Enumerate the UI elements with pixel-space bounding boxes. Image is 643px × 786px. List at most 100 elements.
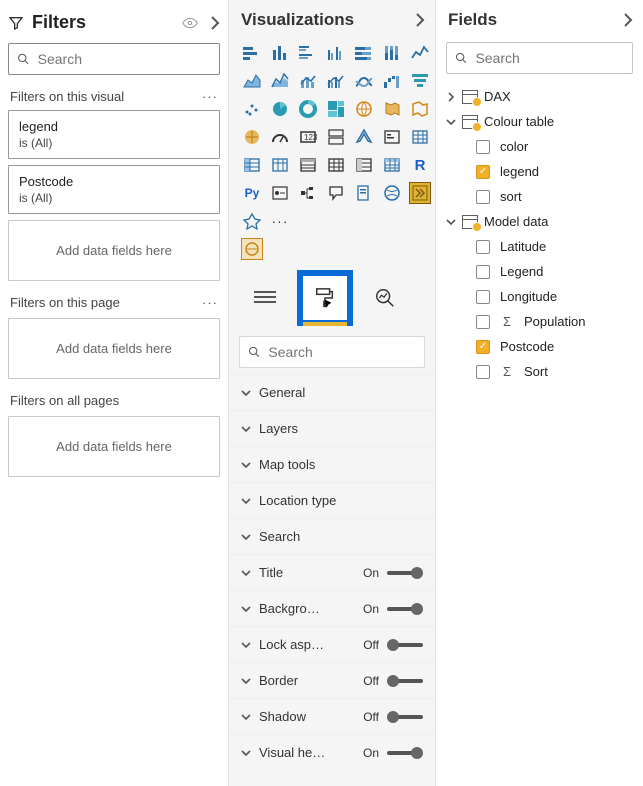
- key-influencers-icon[interactable]: [269, 182, 291, 204]
- field-item[interactable]: ΣSort: [446, 359, 633, 384]
- field-checkbox[interactable]: ✓: [476, 165, 490, 179]
- filter-card-legend[interactable]: legend is (All): [8, 110, 220, 159]
- accordion-item[interactable]: Search: [229, 518, 435, 554]
- toggle-switch[interactable]: [387, 674, 423, 688]
- eye-icon[interactable]: [182, 17, 198, 29]
- table-alt-icon[interactable]: [269, 154, 291, 176]
- funnel-chart-icon[interactable]: [409, 70, 431, 92]
- field-item[interactable]: ✓Postcode: [446, 334, 633, 359]
- toggle-switch[interactable]: [387, 746, 423, 760]
- card-icon[interactable]: 123: [297, 126, 319, 148]
- shape-map-icon[interactable]: [409, 98, 431, 120]
- field-checkbox[interactable]: [476, 140, 490, 154]
- toggle-switch[interactable]: [387, 710, 423, 724]
- accordion-item[interactable]: General: [229, 374, 435, 410]
- filters-visual-drop[interactable]: Add data fields here: [8, 220, 220, 281]
- chevron-right-icon[interactable]: [623, 13, 633, 27]
- field-group[interactable]: Model data: [446, 209, 633, 234]
- more-icon[interactable]: ···: [202, 89, 218, 104]
- python-visual-icon[interactable]: Py: [241, 182, 263, 204]
- field-item[interactable]: ✓legend: [446, 159, 633, 184]
- treemap-icon[interactable]: [325, 98, 347, 120]
- field-checkbox[interactable]: [476, 265, 490, 279]
- area-chart-icon[interactable]: [241, 70, 263, 92]
- accordion-item[interactable]: Map tools: [229, 446, 435, 482]
- 100-stacked-bar-icon[interactable]: [353, 42, 375, 64]
- table-icon[interactable]: [409, 126, 431, 148]
- stacked-column-icon[interactable]: [269, 42, 291, 64]
- map-icon[interactable]: [353, 98, 375, 120]
- scatter-icon[interactable]: [241, 98, 263, 120]
- clustered-bar-icon[interactable]: [297, 42, 319, 64]
- field-group[interactable]: Colour table: [446, 109, 633, 134]
- accordion-item[interactable]: Visual he…On: [229, 734, 435, 770]
- custom-visual-icon[interactable]: [241, 210, 263, 232]
- stacked-bar-icon[interactable]: [241, 42, 263, 64]
- field-checkbox[interactable]: [476, 290, 490, 304]
- powerapps-visual-icon[interactable]: [409, 182, 431, 204]
- filters-page-drop[interactable]: Add data fields here: [8, 318, 220, 379]
- field-checkbox[interactable]: [476, 315, 490, 329]
- toggle-switch[interactable]: [387, 602, 423, 616]
- field-checkbox[interactable]: ✓: [476, 340, 490, 354]
- slicer-icon[interactable]: [381, 126, 403, 148]
- ribbon-chart-icon[interactable]: [353, 70, 375, 92]
- azure-map-icon[interactable]: [241, 126, 263, 148]
- donut-chart-icon[interactable]: [297, 98, 319, 120]
- toggle-switch[interactable]: [387, 638, 423, 652]
- clustered-column-icon[interactable]: [325, 42, 347, 64]
- accordion-item[interactable]: ShadowOff: [229, 698, 435, 734]
- accordion-item[interactable]: Lock asp…Off: [229, 626, 435, 662]
- r-visual-icon[interactable]: R: [409, 154, 431, 176]
- matrix2-icon[interactable]: [381, 154, 403, 176]
- field-checkbox[interactable]: [476, 365, 490, 379]
- accordion-item[interactable]: Location type: [229, 482, 435, 518]
- filter-card-postcode[interactable]: Postcode is (All): [8, 165, 220, 214]
- field-item[interactable]: Legend: [446, 259, 633, 284]
- paginated-icon[interactable]: [353, 182, 375, 204]
- line-stacked-combo-icon[interactable]: [297, 70, 319, 92]
- analytics-tab[interactable]: [367, 280, 403, 316]
- field-item[interactable]: ΣPopulation: [446, 309, 633, 334]
- waterfall-icon[interactable]: [381, 70, 403, 92]
- format-tab[interactable]: [297, 270, 353, 326]
- accordion-item[interactable]: BorderOff: [229, 662, 435, 698]
- grid-alt-icon[interactable]: [353, 154, 375, 176]
- stacked-area-icon[interactable]: [269, 70, 291, 92]
- matrix-alt-icon[interactable]: [297, 154, 319, 176]
- field-checkbox[interactable]: [476, 190, 490, 204]
- active-visual-badge-icon[interactable]: [241, 238, 263, 260]
- chevron-right-icon[interactable]: [210, 16, 220, 30]
- filters-search-input[interactable]: [36, 50, 211, 68]
- multi-row-card-icon[interactable]: [325, 126, 347, 148]
- arcgis-icon[interactable]: [381, 182, 403, 204]
- decomposition-tree-icon[interactable]: [297, 182, 319, 204]
- line-chart-icon[interactable]: [409, 42, 431, 64]
- line-clustered-combo-icon[interactable]: [325, 70, 347, 92]
- field-item[interactable]: sort: [446, 184, 633, 209]
- field-group[interactable]: DAX: [446, 84, 633, 109]
- filled-map-icon[interactable]: [381, 98, 403, 120]
- accordion-item[interactable]: Layers: [229, 410, 435, 446]
- fields-search[interactable]: [446, 42, 633, 74]
- more-visuals-icon[interactable]: ···: [269, 210, 291, 232]
- qa-icon[interactable]: [325, 182, 347, 204]
- field-item[interactable]: Latitude: [446, 234, 633, 259]
- more-icon[interactable]: ···: [202, 295, 218, 310]
- toggle-switch[interactable]: [387, 566, 423, 580]
- field-checkbox[interactable]: [476, 240, 490, 254]
- filters-search[interactable]: [8, 43, 220, 75]
- matrix-icon[interactable]: [241, 154, 263, 176]
- pie-chart-icon[interactable]: [269, 98, 291, 120]
- accordion-item[interactable]: TitleOn: [229, 554, 435, 590]
- grid-icon[interactable]: [325, 154, 347, 176]
- chevron-right-icon[interactable]: [415, 13, 425, 27]
- field-item[interactable]: color: [446, 134, 633, 159]
- accordion-item[interactable]: Backgro…On: [229, 590, 435, 626]
- fields-tab[interactable]: [247, 280, 283, 316]
- 100-stacked-column-icon[interactable]: [381, 42, 403, 64]
- filters-all-drop[interactable]: Add data fields here: [8, 416, 220, 477]
- kpi-icon[interactable]: [353, 126, 375, 148]
- viz-search-input[interactable]: [266, 343, 416, 361]
- field-item[interactable]: Longitude: [446, 284, 633, 309]
